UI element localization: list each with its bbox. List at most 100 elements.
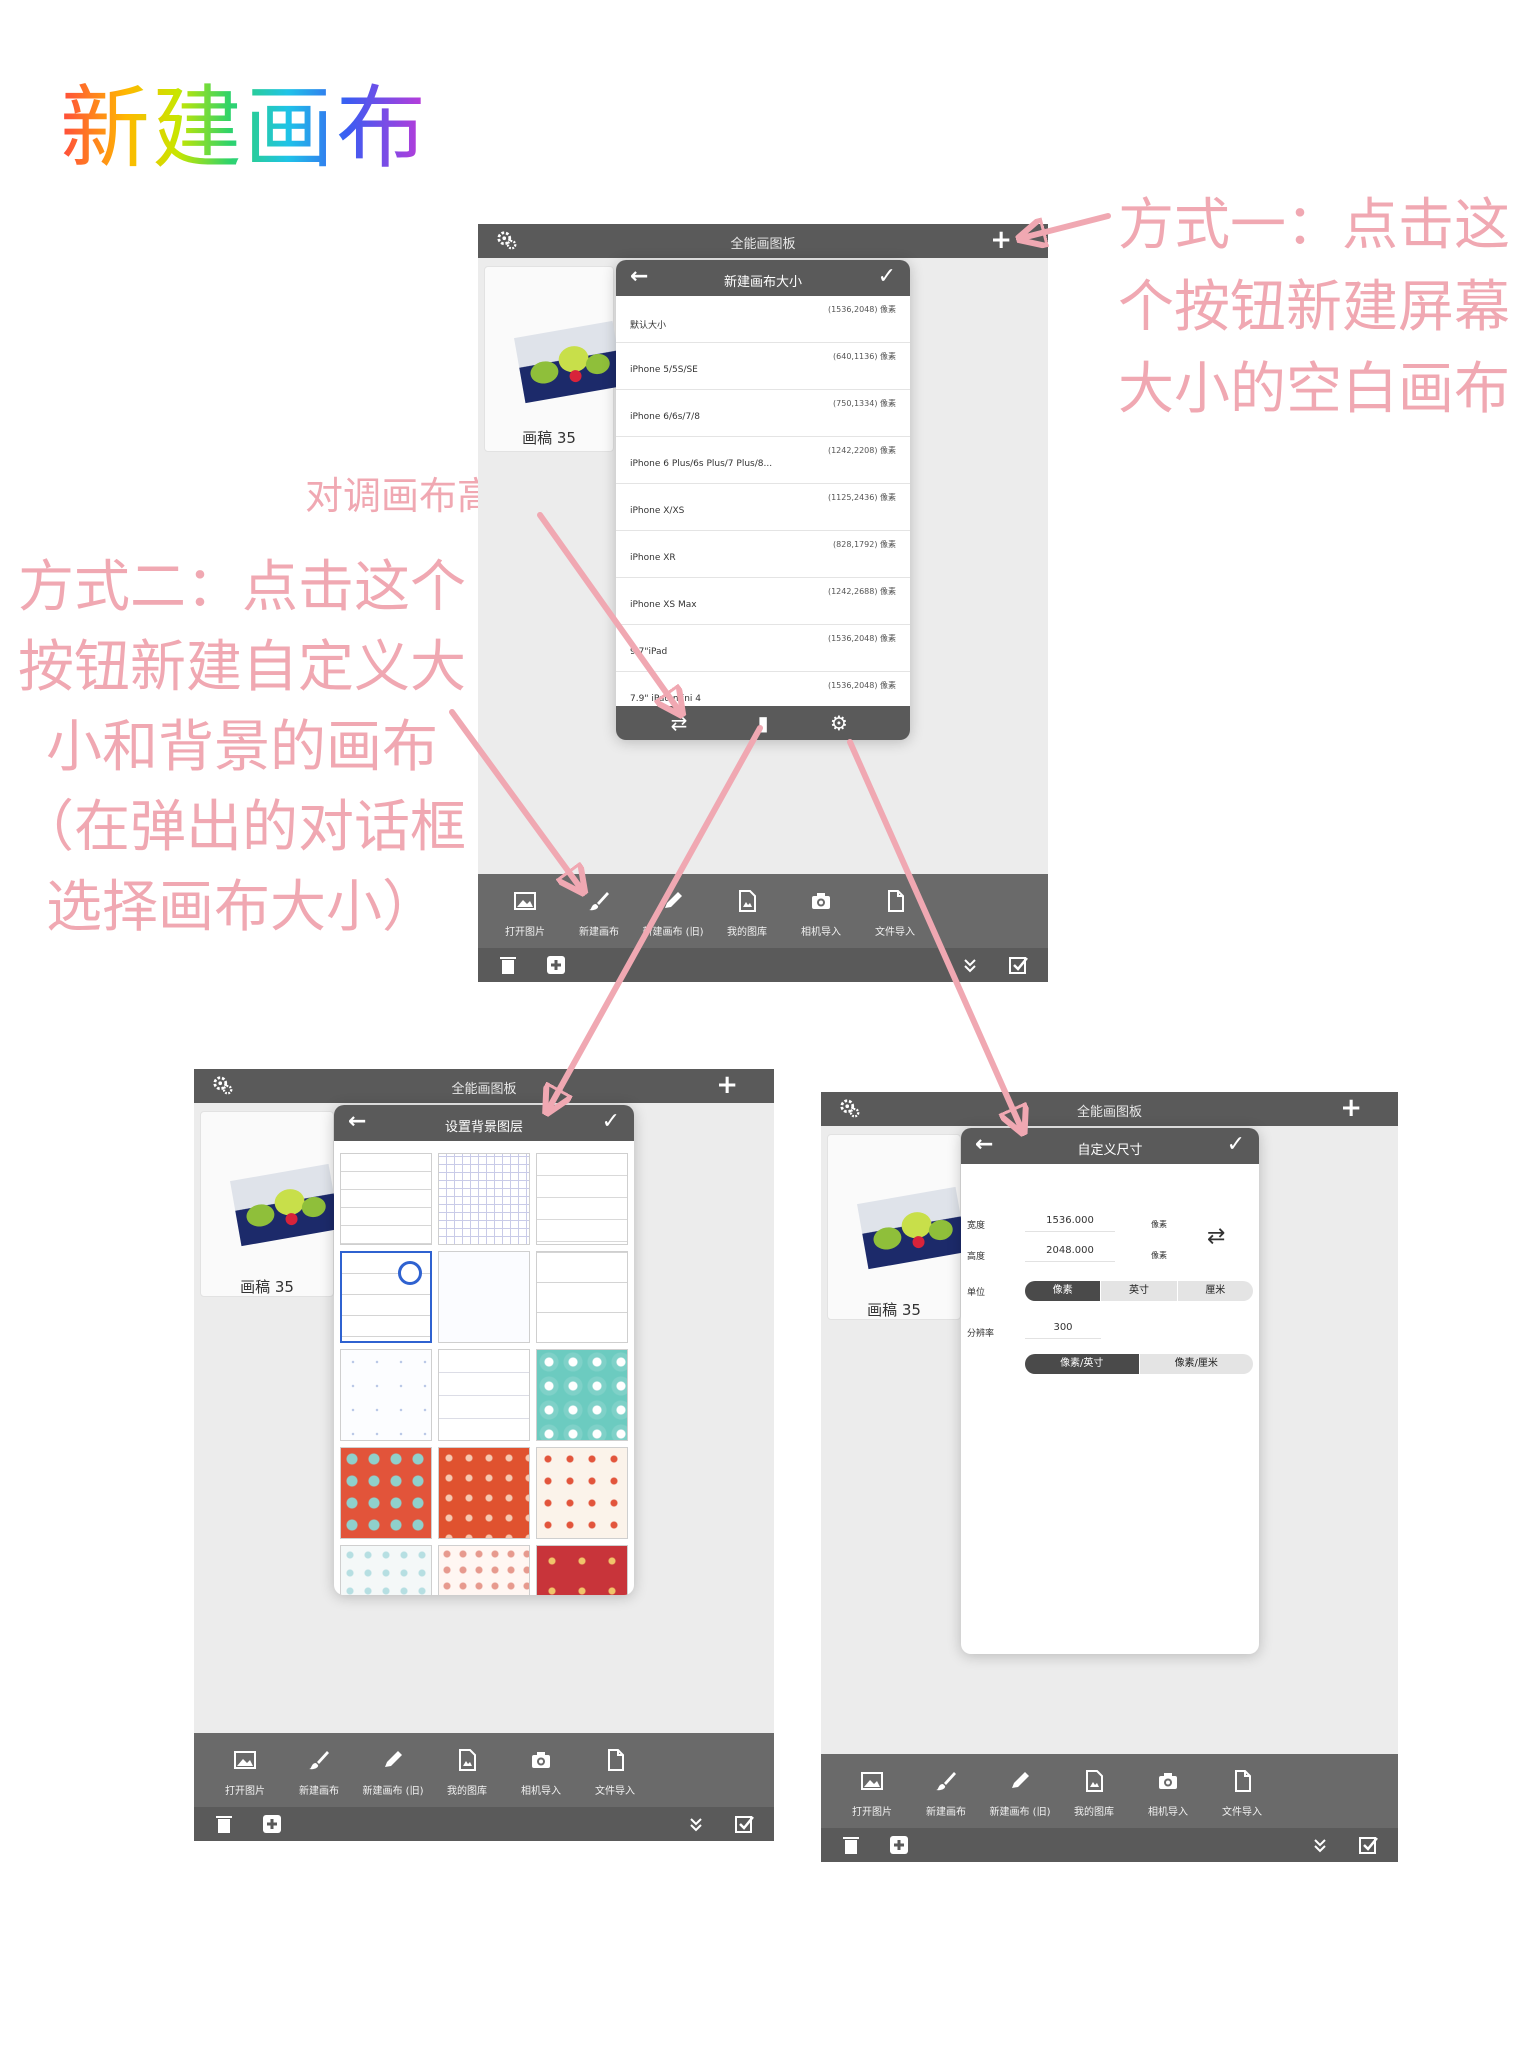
tool-new-canvas-old[interactable]: 新建画布 (旧) — [356, 1733, 430, 1805]
background-option[interactable] — [536, 1447, 628, 1539]
artwork-thumbnail[interactable]: 画稿 35 — [827, 1134, 967, 1320]
background-option[interactable] — [438, 1447, 530, 1539]
width-label: 宽度 — [967, 1221, 986, 1231]
resolution-unit-segmented-control: 像素/英寸 像素/厘米 — [1025, 1354, 1253, 1374]
tool-file-import[interactable]: 文件导入 — [858, 874, 932, 946]
res-unit-ppcm[interactable]: 像素/厘米 — [1138, 1354, 1254, 1374]
bottom-action-bar — [478, 948, 1048, 982]
tool-new-canvas[interactable]: 新建画布 — [562, 874, 636, 946]
confirm-check-icon[interactable]: ✓ — [1227, 1134, 1245, 1156]
background-option-selected[interactable] — [340, 1251, 432, 1343]
swap-dimensions-icon[interactable]: ⇄ — [1207, 1224, 1225, 1249]
select-check-icon[interactable] — [734, 1814, 754, 1834]
background-option[interactable] — [536, 1349, 628, 1441]
background-option[interactable] — [438, 1251, 530, 1343]
tool-file-import[interactable]: 文件导入 — [578, 1733, 652, 1805]
resolution-input[interactable]: 300 — [1025, 1317, 1101, 1339]
custom-settings-gear-icon[interactable]: ⚙ — [828, 712, 850, 734]
top-bar: 全能画图板 + — [821, 1092, 1398, 1126]
artwork-thumbnail[interactable]: 画稿 35 — [484, 266, 624, 452]
swap-dimensions-icon[interactable]: ⇄ — [668, 712, 690, 734]
custom-size-dialog: ← 自定义尺寸 ✓ 宽度 1536.000 像素 高度 2048.000 像素 … — [961, 1128, 1259, 1654]
add-box-icon[interactable] — [262, 1814, 282, 1834]
background-option[interactable] — [340, 1545, 432, 1595]
background-option[interactable] — [536, 1251, 628, 1343]
background-option[interactable] — [340, 1349, 432, 1441]
tool-new-canvas[interactable]: 新建画布 — [282, 1733, 356, 1805]
background-option[interactable] — [536, 1153, 628, 1245]
size-option[interactable]: iPhone 6/6s/7/8 (750,1334) 像素 — [616, 390, 910, 437]
size-option[interactable]: iPhone XR (828,1792) 像素 — [616, 531, 910, 578]
tool-new-canvas-old[interactable]: 新建画布 (旧) — [983, 1754, 1057, 1826]
tool-open-image[interactable]: 打开图片 — [835, 1754, 909, 1826]
res-unit-ppi[interactable]: 像素/英寸 — [1025, 1354, 1139, 1374]
tool-open-image[interactable]: 打开图片 — [488, 874, 562, 946]
select-check-icon[interactable] — [1008, 955, 1028, 975]
add-box-icon[interactable] — [889, 1835, 909, 1855]
confirm-check-icon[interactable]: ✓ — [878, 266, 896, 288]
app-title: 全能画图板 — [451, 1082, 517, 1097]
trash-icon[interactable] — [841, 1835, 861, 1855]
unit-cm[interactable]: 厘米 — [1176, 1281, 1253, 1301]
trash-icon[interactable] — [498, 955, 518, 975]
collapse-chevron-icon[interactable] — [686, 1814, 706, 1834]
bottom-action-bar — [821, 1828, 1398, 1862]
dialog-title: 自定义尺寸 — [1077, 1143, 1143, 1158]
note-method-one: 方式一：点击这 个按钮新建屏幕 大小的空白画布 — [1118, 193, 1510, 422]
select-check-icon[interactable] — [1358, 1835, 1378, 1855]
add-canvas-plus-icon[interactable]: + — [990, 227, 1012, 253]
file-icon — [608, 1749, 624, 1771]
tool-camera-import[interactable]: 相机导入 — [504, 1733, 578, 1805]
pencil-icon — [665, 892, 682, 908]
confirm-check-icon[interactable]: ✓ — [602, 1111, 620, 1133]
background-option[interactable] — [438, 1545, 530, 1595]
tool-file-import[interactable]: 文件导入 — [1205, 1754, 1279, 1826]
size-option[interactable]: iPhone XS Max (1242,2688) 像素 — [616, 578, 910, 625]
artwork-image — [514, 320, 624, 404]
unit-inch[interactable]: 英寸 — [1100, 1281, 1176, 1301]
tool-my-gallery[interactable]: 我的图库 — [430, 1733, 504, 1805]
unit-segmented-control: 像素 英寸 厘米 — [1025, 1281, 1253, 1301]
pencil-icon — [385, 1751, 402, 1767]
background-book-icon[interactable]: ▮ — [752, 712, 774, 734]
size-option[interactable]: iPhone 6 Plus/6s Plus/7 Plus/8... (1242,2… — [616, 437, 910, 484]
tool-camera-import[interactable]: 相机导入 — [784, 874, 858, 946]
add-canvas-plus-icon[interactable]: + — [716, 1072, 738, 1098]
size-option[interactable]: iPhone X/XS (1125,2436) 像素 — [616, 484, 910, 531]
brush-icon — [589, 892, 609, 911]
size-option[interactable]: iPhone 5/5S/SE (640,1136) 像素 — [616, 343, 910, 390]
tool-new-canvas-old[interactable]: 新建画布 (旧) — [636, 874, 710, 946]
height-unit: 像素 — [1151, 1251, 1167, 1260]
add-canvas-plus-icon[interactable]: + — [1340, 1095, 1362, 1121]
size-option[interactable]: 9.7"iPad (1536,2048) 像素 — [616, 625, 910, 672]
tool-my-gallery[interactable]: 我的图库 — [710, 874, 784, 946]
size-option[interactable]: 默认大小 (1536,2048) 像素 — [616, 296, 910, 343]
background-option[interactable] — [438, 1153, 530, 1245]
background-option[interactable] — [536, 1545, 628, 1595]
image-icon — [861, 1772, 883, 1790]
tool-new-canvas[interactable]: 新建画布 — [909, 1754, 983, 1826]
background-option[interactable] — [438, 1349, 530, 1441]
tool-camera-import[interactable]: 相机导入 — [1131, 1754, 1205, 1826]
bottom-toolbar: 打开图片 新建画布 新建画布 (旧) 我的图库 相机导入 文件导入 — [478, 874, 1048, 982]
collapse-chevron-icon[interactable] — [1310, 1835, 1330, 1855]
height-input[interactable]: 2048.000 — [1025, 1240, 1115, 1262]
trash-icon[interactable] — [214, 1814, 234, 1834]
collapse-chevron-icon[interactable] — [960, 955, 980, 975]
note-method-two: 方式二：点击这个 按钮新建自定义大 小和背景的画布 （在弹出的对话框 选择画布大… — [18, 555, 466, 940]
tool-open-image[interactable]: 打开图片 — [208, 1733, 282, 1805]
width-input[interactable]: 1536.000 — [1025, 1210, 1115, 1232]
background-layer-dialog: ← 设置背景图层 ✓ — [334, 1105, 634, 1595]
bottom-action-bar — [194, 1807, 774, 1841]
top-bar: 全能画图板 + — [478, 224, 1048, 258]
unit-pixel[interactable]: 像素 — [1025, 1281, 1101, 1301]
tool-my-gallery[interactable]: 我的图库 — [1057, 1754, 1131, 1826]
background-option[interactable] — [340, 1153, 432, 1245]
artwork-caption: 画稿 35 — [240, 1278, 294, 1296]
gallery-icon — [1086, 1770, 1103, 1792]
artwork-thumbnail[interactable]: 画稿 35 — [200, 1111, 340, 1297]
add-box-icon[interactable] — [546, 955, 566, 975]
file-icon — [888, 890, 904, 912]
app-title: 全能画图板 — [1076, 1105, 1142, 1120]
background-option[interactable] — [340, 1447, 432, 1539]
